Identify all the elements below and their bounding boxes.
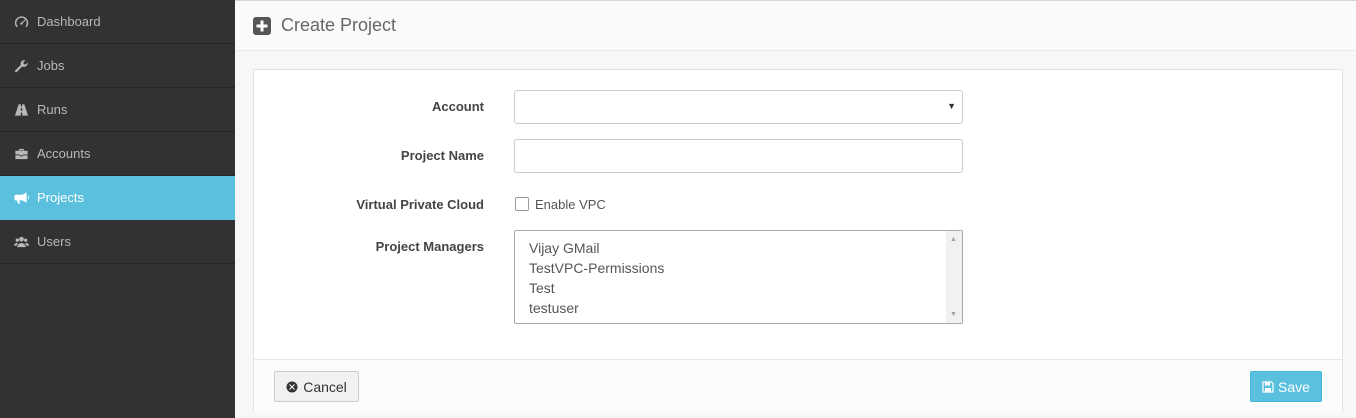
sidebar-item-label: Dashboard <box>37 14 101 29</box>
cancel-button[interactable]: Cancel <box>274 371 359 402</box>
account-select[interactable]: ▼ <box>514 90 963 124</box>
sidebar-item-jobs[interactable]: Jobs <box>0 44 235 88</box>
sidebar: Dashboard Jobs Runs Accounts Projects Us… <box>0 0 235 418</box>
sidebar-item-dashboard[interactable]: Dashboard <box>0 0 235 44</box>
project-managers-listbox[interactable]: Vijay GMail TestVPC-Permissions Test tes… <box>514 230 963 324</box>
wrench-icon <box>12 59 30 73</box>
listbox-options: Vijay GMail TestVPC-Permissions Test tes… <box>529 238 664 318</box>
cancel-label: Cancel <box>303 378 347 395</box>
briefcase-icon <box>12 147 30 161</box>
road-icon <box>12 103 30 117</box>
dashboard-icon <box>12 15 30 29</box>
save-button[interactable]: Save <box>1250 371 1322 402</box>
sidebar-item-users[interactable]: Users <box>0 220 235 264</box>
caret-down-icon: ▼ <box>947 101 956 111</box>
create-project-form: Account ▼ Project Name Virtual Private C… <box>253 69 1343 413</box>
sidebar-item-runs[interactable]: Runs <box>0 88 235 132</box>
list-option[interactable]: Vijay GMail <box>529 238 664 258</box>
list-option[interactable]: Test <box>529 278 664 298</box>
account-label: Account <box>432 99 484 114</box>
save-icon <box>1262 380 1274 393</box>
enable-vpc-checkbox[interactable] <box>515 197 529 211</box>
form-footer: Cancel Save <box>254 359 1342 413</box>
scroll-up-icon[interactable]: ▲ <box>950 236 957 243</box>
sidebar-item-label: Runs <box>37 102 68 117</box>
project-managers-label: Project Managers <box>375 239 484 254</box>
main-content: Create Project Account ▼ Project Name Vi… <box>235 0 1356 418</box>
sidebar-item-accounts[interactable]: Accounts <box>0 132 235 176</box>
page-title: Create Project <box>281 15 397 35</box>
times-circle-icon <box>286 381 298 393</box>
sidebar-item-label: Jobs <box>37 58 65 73</box>
bullhorn-icon <box>12 191 30 205</box>
save-label: Save <box>1278 378 1310 395</box>
sidebar-item-projects[interactable]: Projects <box>0 176 235 220</box>
list-option[interactable]: testuser <box>529 298 664 318</box>
scroll-down-icon[interactable]: ▼ <box>950 311 957 318</box>
project-name-label: Project Name <box>400 148 484 163</box>
sidebar-item-label: Users <box>37 234 71 249</box>
list-option[interactable]: TestVPC-Permissions <box>529 258 664 278</box>
users-icon <box>12 235 30 249</box>
vpc-label: Virtual Private Cloud <box>356 197 484 212</box>
page-header: Create Project <box>235 1 1356 51</box>
project-name-input[interactable] <box>514 139 963 173</box>
sidebar-item-label: Projects <box>37 190 84 205</box>
enable-vpc-label[interactable]: Enable VPC <box>535 197 606 212</box>
sidebar-item-label: Accounts <box>37 146 91 161</box>
plus-square-icon <box>253 16 271 35</box>
listbox-scrollbar[interactable]: ▲ ▼ <box>946 231 962 323</box>
